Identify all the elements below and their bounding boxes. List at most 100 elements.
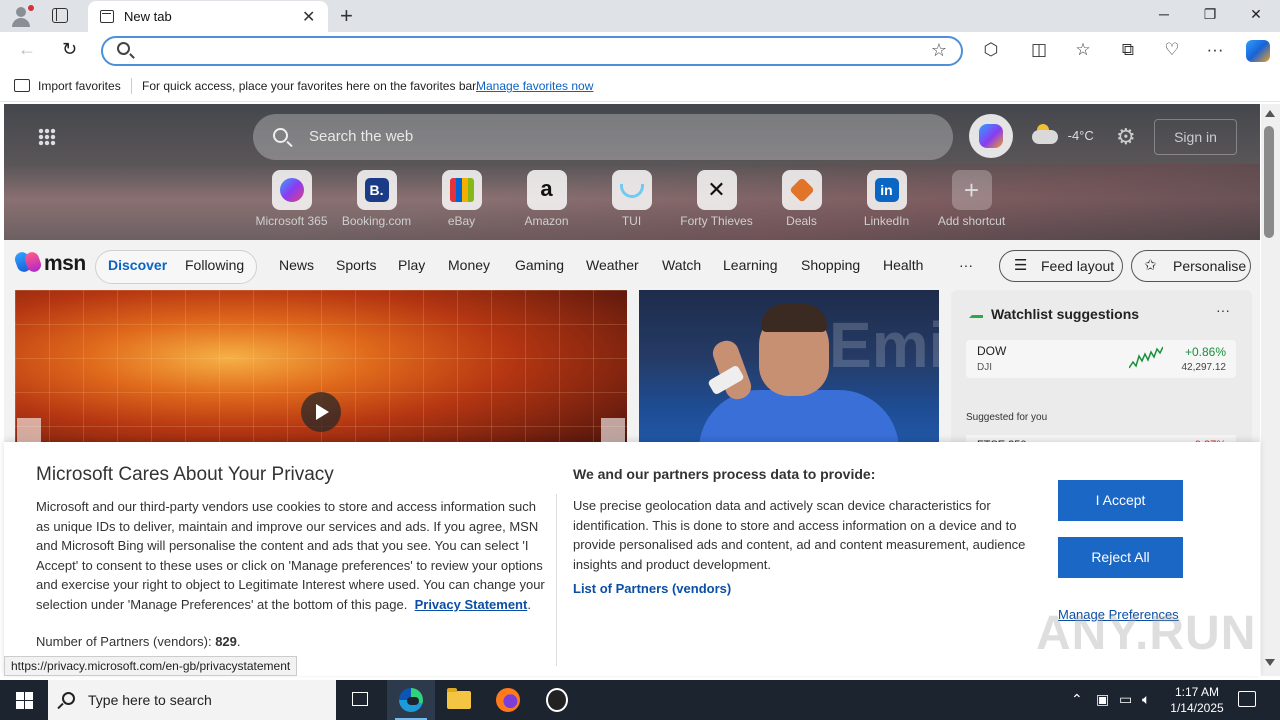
profile-icon[interactable]	[10, 5, 34, 27]
nav-health[interactable]: Health	[883, 257, 923, 273]
taskbar-firefox[interactable]	[484, 680, 532, 720]
scroll-up-icon[interactable]	[1265, 110, 1275, 117]
play-icon[interactable]	[301, 392, 341, 432]
background-signage: Emi	[829, 309, 939, 381]
taskbar-edge[interactable]	[387, 680, 435, 720]
favorite-star-icon[interactable]: ☆	[931, 40, 947, 61]
personalise-button[interactable]: ✩ Personalise	[1131, 250, 1251, 282]
shortcut-forty-thieves[interactable]: ✕ Forty Thieves	[674, 170, 759, 228]
sign-in-button[interactable]: Sign in	[1154, 119, 1237, 155]
watchlist-card: Watchlist suggestions ··· DOW DJI +0.86%…	[951, 290, 1252, 460]
partners-list-link[interactable]: List of Partners (vendors)	[573, 581, 731, 596]
shortcut-label: Microsoft 365	[255, 214, 328, 228]
copilot-icon[interactable]	[1246, 40, 1270, 62]
video-card[interactable]	[15, 290, 627, 460]
close-window-button[interactable]: ✕	[1233, 6, 1279, 23]
carousel-prev-icon[interactable]	[17, 418, 41, 448]
shortcut-deals[interactable]: Deals	[759, 170, 844, 228]
scroll-thumb[interactable]	[1264, 126, 1274, 238]
favorites-bar: Import favorites For quick access, place…	[0, 70, 1280, 102]
taskbar-file-explorer[interactable]	[435, 680, 483, 720]
gear-icon[interactable]: ⚙	[1116, 124, 1136, 150]
shortcut-linkedin[interactable]: in LinkedIn	[844, 170, 929, 228]
news-card-tennis[interactable]: Emi	[639, 290, 939, 460]
import-favorites-icon[interactable]	[14, 79, 30, 92]
carousel-next-icon[interactable]	[601, 418, 625, 448]
copilot-button[interactable]	[969, 114, 1013, 158]
msn-brand[interactable]: msn	[44, 252, 86, 276]
network-icon[interactable]: ▭	[1119, 691, 1132, 708]
partners-count-label: Number of Partners (vendors):	[36, 634, 212, 649]
privacy-body: Microsoft and our third-party vendors us…	[36, 499, 545, 612]
browser-essentials-icon[interactable]: ♡	[1160, 40, 1184, 60]
extensions-icon[interactable]: ⬡	[979, 40, 1003, 60]
stock-exchange: DJI	[977, 362, 992, 373]
tab-following[interactable]: Following	[185, 257, 244, 273]
system-clock[interactable]: 1:17 AM 1/14/2025	[1167, 684, 1227, 716]
weather-widget[interactable]: -4°C	[1032, 123, 1094, 144]
msn-logo-icon[interactable]	[13, 250, 44, 274]
nav-news[interactable]: News	[279, 257, 314, 273]
tui-smile-icon	[619, 184, 644, 198]
shortcut-label: Deals	[786, 214, 817, 228]
favorites-icon[interactable]: ☆	[1071, 40, 1095, 60]
accept-button[interactable]: I Accept	[1058, 480, 1183, 521]
shortcut-tui[interactable]: TUI	[589, 170, 674, 228]
windows-start-icon[interactable]	[16, 692, 33, 709]
tray-device-icon[interactable]: ▣	[1096, 691, 1109, 708]
privacy-body-text: Microsoft and our third-party vendors us…	[36, 499, 545, 612]
ebay-bag-icon	[449, 178, 474, 202]
settings-more-icon[interactable]: ···	[1203, 40, 1227, 60]
tab-new-tab[interactable]: New tab ✕	[88, 1, 328, 32]
title-bar: New tab ✕ + ─ ❐ ✕	[0, 0, 1280, 32]
web-search-box[interactable]: Search the web	[253, 114, 953, 160]
nav-shopping[interactable]: Shopping	[801, 257, 860, 273]
nav-money[interactable]: Money	[448, 257, 490, 273]
favorites-hint: For quick access, place your favorites h…	[142, 79, 479, 93]
nav-learning[interactable]: Learning	[723, 257, 778, 273]
shortcut-amazon[interactable]: a Amazon	[504, 170, 589, 228]
refresh-icon[interactable]: ↻	[62, 39, 77, 60]
tray-chevron-icon[interactable]: ⌃	[1071, 691, 1083, 708]
back-arrow-icon[interactable]: ←	[18, 39, 36, 60]
watchlist-more-icon[interactable]: ···	[1216, 302, 1230, 318]
import-favorites-button[interactable]: Import favorites	[38, 79, 121, 93]
volume-icon[interactable]: 🔈︎	[1142, 691, 1150, 708]
close-tab-icon[interactable]: ✕	[302, 7, 315, 27]
restore-button[interactable]: ❐	[1187, 6, 1233, 23]
shortcut-booking[interactable]: B. Booking.com	[334, 170, 419, 228]
tab-discover[interactable]: Discover	[108, 257, 167, 273]
new-tab-button[interactable]: +	[340, 3, 353, 29]
temperature: -4°C	[1067, 128, 1094, 143]
privacy-statement-link[interactable]: Privacy Statement	[415, 597, 528, 612]
app-launcher-icon[interactable]	[38, 128, 56, 146]
scroll-down-icon[interactable]	[1265, 659, 1275, 666]
nav-watch[interactable]: Watch	[662, 257, 701, 273]
collections-icon[interactable]: ⧉	[1116, 40, 1140, 60]
tab-actions-icon[interactable]	[52, 8, 68, 23]
shortcut-microsoft-365[interactable]: Microsoft 365	[249, 170, 334, 228]
reject-all-button[interactable]: Reject All	[1058, 537, 1183, 578]
nav-play[interactable]: Play	[398, 257, 425, 273]
player-hair	[761, 304, 827, 332]
stock-row-dow[interactable]: DOW DJI +0.86% 42,297.12	[966, 340, 1236, 378]
feed-layout-button[interactable]: ☰ Feed layout	[999, 250, 1123, 282]
shortcut-ebay[interactable]: eBay	[419, 170, 504, 228]
nav-weather[interactable]: Weather	[586, 257, 639, 273]
address-bar[interactable]: ☆	[101, 36, 963, 66]
nav-more[interactable]: ···	[959, 257, 973, 273]
split-screen-icon[interactable]: ◫	[1027, 40, 1051, 60]
nav-sports[interactable]: Sports	[336, 257, 376, 273]
add-shortcut-button[interactable]: + Add shortcut	[929, 170, 1014, 228]
nav-gaming[interactable]: Gaming	[515, 257, 564, 273]
sliders-icon: ☰	[1014, 257, 1028, 274]
notification-icon[interactable]	[1238, 691, 1256, 707]
partly-cloudy-icon	[1032, 123, 1058, 144]
manage-favorites-link[interactable]: Manage favorites now	[476, 79, 593, 93]
minimize-button[interactable]: ─	[1141, 6, 1187, 22]
task-view-button[interactable]	[336, 680, 384, 720]
page-scrollbar[interactable]	[1261, 104, 1280, 676]
taskbar-app[interactable]	[533, 680, 581, 720]
taskbar-search-box[interactable]: Type here to search	[48, 680, 336, 720]
personalise-star-icon: ✩	[1144, 257, 1157, 274]
